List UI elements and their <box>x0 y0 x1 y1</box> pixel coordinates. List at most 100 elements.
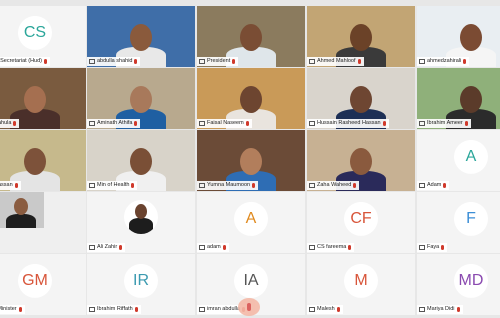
participant-name-label: adam <box>197 243 229 252</box>
participant-head <box>350 148 372 175</box>
participant-head <box>240 86 262 113</box>
participant-name: Nahula <box>0 120 12 126</box>
participant-tile[interactable]: ahmedzahirali <box>417 6 500 67</box>
participant-tile[interactable]: GM r Minister <box>0 254 86 315</box>
mic-muted-icon <box>456 307 460 312</box>
participant-initials: M <box>344 263 378 298</box>
mic-muted-icon <box>463 59 467 64</box>
participant-initials: A <box>234 201 268 236</box>
mic-muted-icon <box>443 183 447 188</box>
participant-tile[interactable]: IR Ibrahim Riffath <box>87 254 195 315</box>
participant-name: President <box>207 58 231 64</box>
participant-tile[interactable]: M Malesh <box>307 254 415 315</box>
participant-name: Ibrahim Riffath <box>97 306 133 312</box>
participant-name: Zaha Waheed <box>317 182 352 188</box>
video-off-icon <box>199 183 205 188</box>
participant-head <box>240 148 262 175</box>
video-off-icon <box>309 121 315 126</box>
video-off-icon <box>419 121 425 126</box>
participant-name: Ahmed Mahloof <box>317 58 356 64</box>
participant-tile[interactable]: Hussain Rasheed Hassan <box>307 68 415 129</box>
participant-tile[interactable]: Ali Zahir <box>87 192 195 253</box>
avatar-head <box>135 204 147 219</box>
participant-name: Malesh <box>317 306 335 312</box>
participant-initials: GM <box>18 263 52 298</box>
participant-name: Ibrahim Ameer <box>427 120 463 126</box>
mic-muted-icon <box>441 245 445 250</box>
participant-tile[interactable]: Ahmed Mahloof <box>307 6 415 67</box>
participant-head <box>24 148 46 175</box>
avatar-body <box>129 218 153 234</box>
participant-tile[interactable]: Faisal Naseem <box>197 68 305 129</box>
mic-muted-icon <box>13 121 17 126</box>
participant-initials: MD <box>454 263 488 298</box>
mic-muted-icon <box>18 307 22 312</box>
participant-name: ahmedzahirali <box>427 58 462 64</box>
participant-name-label: abdulla shahid <box>87 57 141 66</box>
mouse-cursor-icon <box>238 298 260 316</box>
participant-name: Ali Zahir <box>97 244 118 250</box>
video-off-icon <box>89 121 95 126</box>
mic-muted-icon <box>464 121 468 126</box>
participant-tile[interactable]: President <box>197 6 305 67</box>
participant-name: Aminath Athifa <box>97 120 133 126</box>
participant-name-label: Yumna Maumoon <box>197 181 259 190</box>
participant-tile[interactable]: abdulla shahid <box>87 6 195 67</box>
participant-initials: F <box>454 201 488 236</box>
participant-name: Faya <box>427 244 440 250</box>
participant-tile[interactable]: A Adam <box>417 130 500 191</box>
participant-name-label: Mariya Didi <box>417 305 463 314</box>
participant-head <box>130 86 152 113</box>
participant-name: adam <box>207 244 221 250</box>
participant-tile[interactable]: Min of Health <box>87 130 195 191</box>
participant-video <box>0 192 44 228</box>
participant-name-label: Ibrahim Ameer <box>417 119 471 128</box>
participant-name-label: r Minister <box>0 305 25 314</box>
participant-name: Mariya Didi <box>427 306 455 312</box>
participant-tile[interactable]: Aadam <box>197 192 305 253</box>
mic-muted-icon <box>245 121 249 126</box>
mic-muted-icon <box>131 183 135 188</box>
participant-name: Faisal Naseem <box>207 120 244 126</box>
video-off-icon <box>309 183 315 188</box>
avatar-photo <box>124 200 158 234</box>
video-off-icon <box>309 59 315 64</box>
participant-tile[interactable] <box>0 192 86 253</box>
participant-head <box>460 86 482 113</box>
participant-name: imran abdulla <box>207 306 241 312</box>
participant-name-label: Malesh <box>307 305 343 314</box>
participant-body <box>6 214 36 228</box>
participant-head <box>240 24 262 51</box>
video-off-icon <box>89 183 95 188</box>
participant-initials: CF <box>344 201 378 236</box>
participant-tile[interactable]: Ibrahim Ameer <box>417 68 500 129</box>
participant-name-label: CS fareema <box>307 243 355 252</box>
video-off-icon <box>419 183 425 188</box>
video-off-icon <box>89 59 95 64</box>
participant-tile[interactable]: MD Mariya Didi <box>417 254 500 315</box>
video-off-icon <box>309 245 315 250</box>
participant-name-label: Aminath Athifa <box>87 119 141 128</box>
participant-head <box>130 24 152 51</box>
participant-tile[interactable]: CF CS fareema <box>307 192 415 253</box>
video-off-icon <box>199 245 205 250</box>
participant-initials: A <box>454 139 488 174</box>
participant-name-label: Adam <box>417 181 450 190</box>
participant-tile[interactable]: Hassan <box>0 130 86 191</box>
mic-muted-icon <box>134 307 138 312</box>
participant-tile[interactable]: Nahula <box>0 68 86 129</box>
participant-tile[interactable]: Zaha Waheed <box>307 130 415 191</box>
video-off-icon <box>199 307 205 312</box>
participant-tile[interactable]: CS et Secretariat (Hud) <box>0 6 86 67</box>
participant-tile[interactable]: Aminath Athifa <box>87 68 195 129</box>
participant-tile[interactable]: Yumna Maumoon <box>197 130 305 191</box>
participant-head <box>14 198 28 215</box>
participant-tile[interactable]: F Faya <box>417 192 500 253</box>
participant-name: Min of Health <box>97 182 130 188</box>
video-off-icon <box>419 59 425 64</box>
mic-muted-icon <box>134 59 138 64</box>
participant-name: Yumna Maumoon <box>207 182 251 188</box>
mic-muted-icon <box>252 183 256 188</box>
participant-head <box>130 148 152 175</box>
participant-name-label: Ahmed Mahloof <box>307 57 364 66</box>
